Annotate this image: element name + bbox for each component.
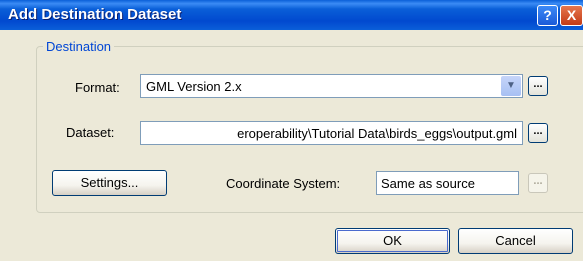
chevron-down-icon[interactable]: ▼: [501, 76, 521, 96]
cancel-button[interactable]: Cancel: [458, 228, 573, 254]
format-select[interactable]: GML Version 2.x ▼: [140, 74, 523, 98]
ok-button[interactable]: OK: [335, 228, 450, 254]
format-label: Format:: [75, 80, 120, 95]
dialog-window: Add Destination Dataset ? X Destination …: [0, 0, 583, 261]
format-browse-button[interactable]: ...: [528, 76, 548, 96]
coordinate-system-label: Coordinate System:: [226, 176, 341, 191]
coordinate-browse-button[interactable]: ...: [528, 173, 548, 193]
format-value: GML Version 2.x: [146, 79, 242, 94]
dataset-browse-button[interactable]: ...: [528, 123, 548, 143]
dialog-title: Add Destination Dataset: [8, 6, 182, 23]
title-bar[interactable]: Add Destination Dataset ? X: [0, 0, 583, 30]
destination-group-label: Destination: [43, 39, 115, 54]
dataset-label: Dataset:: [66, 125, 115, 140]
coordinate-system-field[interactable]: Same as source: [376, 171, 519, 195]
close-icon: X: [566, 7, 577, 23]
coordinate-system-value: Same as source: [381, 176, 475, 191]
help-button[interactable]: ?: [537, 5, 558, 26]
close-button[interactable]: X: [560, 5, 583, 26]
help-icon: ?: [543, 7, 552, 23]
settings-button[interactable]: Settings...: [52, 170, 167, 196]
dataset-value: eroperability\Tutorial Data\birds_eggs\o…: [237, 126, 517, 141]
dataset-field[interactable]: eroperability\Tutorial Data\birds_eggs\o…: [140, 121, 523, 145]
